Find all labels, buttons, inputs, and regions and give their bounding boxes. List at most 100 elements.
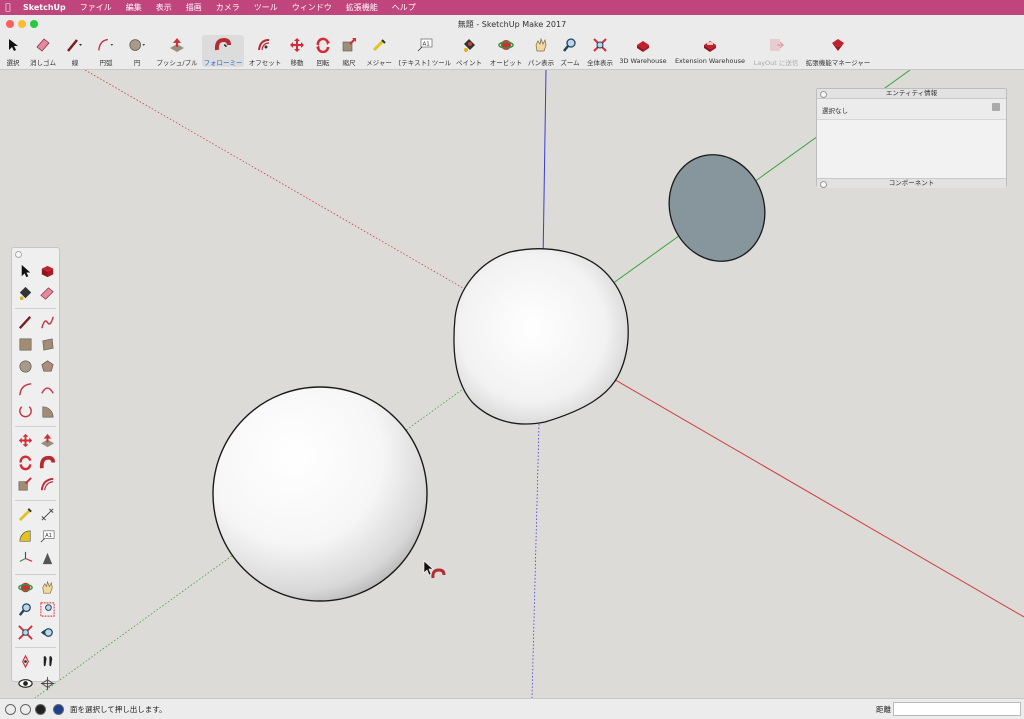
palette-tool-select[interactable] [16, 262, 34, 280]
toolbar-rotate-button[interactable]: 回転 [313, 35, 333, 67]
toolbar-send-to-layout-button[interactable]: LayOut に送信 [752, 35, 800, 67]
user-icon[interactable] [35, 704, 46, 715]
palette-tool-rotate[interactable] [16, 454, 34, 472]
protractor-icon [19, 530, 31, 542]
lock-icon[interactable] [992, 103, 1000, 111]
palette-close-button[interactable] [15, 251, 22, 258]
palette-tool-eraser[interactable] [38, 284, 56, 302]
toolbar-extension-warehouse-button[interactable]: Extension Warehouse [672, 35, 748, 67]
toolbar-circle-button[interactable]: 円 [125, 35, 149, 67]
palette-tool-rotated-rectangle[interactable] [38, 336, 56, 354]
menu-file[interactable]: ファイル [73, 2, 119, 13]
menu-edit[interactable]: 編集 [119, 2, 149, 13]
palette-tool-text[interactable]: A1 [38, 527, 56, 545]
line-icon [18, 315, 31, 329]
palette-tool-zoom-window[interactable] [38, 601, 56, 619]
palette-tool-pan[interactable] [38, 579, 56, 597]
instructor-icon[interactable] [53, 704, 64, 715]
palette-tool-offset[interactable] [38, 476, 56, 494]
components-header[interactable]: コンポーネント [817, 178, 1006, 188]
palette-tool-dimension[interactable] [38, 505, 56, 523]
toolbar-text-button[interactable]: A1 [テキスト] ツール [398, 35, 452, 67]
toolbar-tape-measure-button[interactable]: メジャー [364, 35, 394, 67]
distance-input[interactable] [893, 702, 1021, 716]
toolbar-offset-button[interactable]: オフセット [248, 35, 282, 67]
eraser-icon [34, 36, 52, 54]
toolbar-paint-button[interactable]: ペイント [455, 35, 483, 67]
toolbar-line-button[interactable]: 線 [63, 35, 87, 67]
window-title: 無題 - SketchUp Make 2017 [457, 20, 567, 29]
palette-tool-previous-view[interactable] [38, 623, 56, 641]
palette-tool-move[interactable] [16, 431, 34, 449]
components-title: コンポーネント [888, 179, 935, 187]
palette-tool-line[interactable] [16, 313, 34, 331]
palette-tool-tape-measure[interactable] [16, 505, 34, 523]
palette-tool-axes[interactable] [16, 549, 34, 567]
palette-tool-scale[interactable] [16, 476, 34, 494]
svg-text:A1: A1 [423, 42, 430, 48]
palette-tool-section-plane[interactable] [38, 674, 56, 692]
palette-tool-three-point-arc[interactable] [16, 402, 34, 420]
two-point-arc-icon [40, 386, 54, 394]
extension-warehouse-icon [701, 36, 719, 54]
menu-app-name[interactable]: SketchUp [16, 3, 73, 12]
palette-tool-orbit[interactable] [16, 579, 34, 597]
rectangle-icon [19, 338, 31, 351]
toolbar-scale-button[interactable]: 縮尺 [339, 35, 359, 67]
toolbar-zoom-extents-button[interactable]: 全体表示 [585, 35, 615, 67]
toolbar-3d-warehouse-button[interactable]: 3D Warehouse [618, 35, 668, 67]
toolbar-extension-manager-button[interactable]: 拡張機能マネージャー [804, 35, 872, 67]
palette-tool-walk[interactable] [38, 652, 56, 670]
menu-view[interactable]: 表示 [149, 2, 179, 13]
toolbar-follow-me-button[interactable]: フォローミー [202, 35, 244, 67]
pan-hand-icon [532, 36, 550, 54]
palette-separator [15, 308, 56, 310]
palette-tool-component[interactable] [38, 262, 56, 280]
palette-tool-polygon[interactable] [38, 358, 56, 376]
toolbar-push-pull-button[interactable]: プッシュ/プル [155, 35, 199, 67]
palette-tool-pie[interactable] [38, 402, 56, 420]
credits-icon[interactable] [20, 704, 31, 715]
geo-location-icon[interactable] [5, 704, 16, 715]
palette-tool-arc[interactable] [16, 380, 34, 398]
menu-extensions[interactable]: 拡張機能 [339, 2, 385, 13]
menu-camera[interactable]: カメラ [209, 2, 247, 13]
menu-tools[interactable]: ツール [247, 2, 285, 13]
toolbar-orbit-button[interactable]: オービット [489, 35, 523, 67]
toolbar-move-button[interactable]: 移動 [287, 35, 307, 67]
components-collapse-button[interactable] [820, 181, 827, 188]
axes-icon [19, 551, 32, 562]
rotate-icon [314, 36, 332, 54]
toolbar-pan-button[interactable]: パン表示 [527, 35, 555, 67]
menu-help[interactable]: ヘルプ [385, 2, 423, 13]
scale-icon [340, 36, 358, 54]
palette-tool-circle[interactable] [16, 358, 34, 376]
toolbar-select-button[interactable]: 選択 [3, 35, 23, 67]
paint-icon [19, 286, 31, 300]
panel-collapse-button[interactable] [820, 91, 827, 98]
palette-tool-3d-text[interactable] [38, 549, 56, 567]
palette-tool-paint[interactable] [16, 284, 34, 302]
palette-tool-protractor[interactable] [16, 527, 34, 545]
palette-tool-zoom[interactable] [16, 601, 34, 619]
toolbar-arc-button[interactable]: 円弧 [93, 35, 119, 67]
menu-window[interactable]: ウィンドウ [285, 2, 339, 13]
toolbar-zoom-button[interactable]: ズーム [559, 35, 581, 67]
entity-info-header[interactable]: エンティティ情報 [817, 89, 1006, 99]
follow-me-icon [39, 455, 55, 469]
palette-tool-push-pull[interactable] [38, 431, 56, 449]
palette-tool-look-around[interactable] [16, 674, 34, 692]
palette-tool-rectangle[interactable] [16, 336, 34, 354]
palette-tool-follow-me[interactable] [38, 454, 56, 472]
menu-draw[interactable]: 描画 [179, 2, 209, 13]
palette-tool-freehand[interactable] [38, 313, 56, 331]
palette-tool-zoom-extents[interactable] [16, 623, 34, 641]
red-axis-solid [611, 377, 1024, 618]
palette-tool-two-point-arc[interactable] [38, 380, 56, 398]
text-icon: A1 [416, 36, 434, 54]
toolbar-eraser-button[interactable]: 消しゴム [28, 35, 58, 67]
tape-measure-icon [370, 36, 388, 54]
palette-tool-position-camera[interactable] [16, 652, 34, 670]
apple-icon[interactable]:  [0, 3, 16, 13]
warehouse-icon [634, 36, 652, 54]
